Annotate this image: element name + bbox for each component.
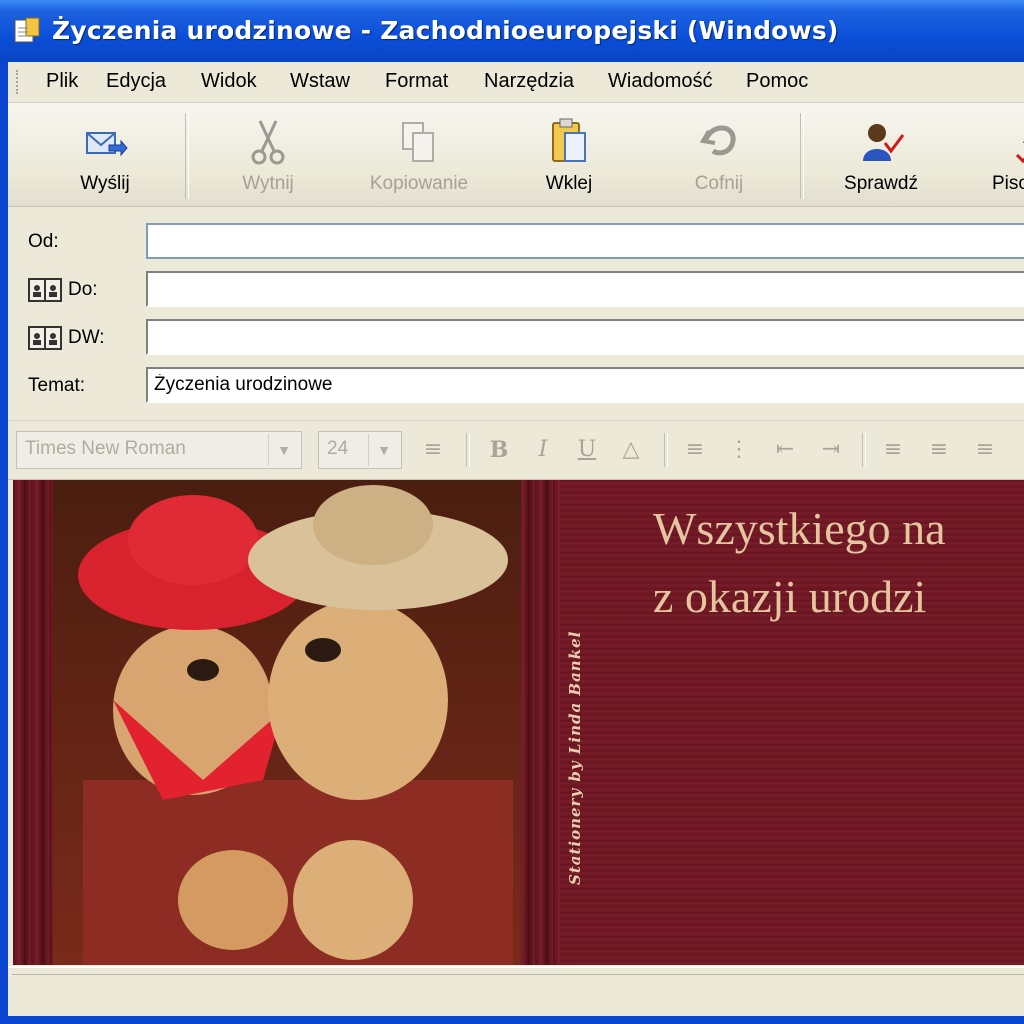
dogs-picture [53,480,521,965]
align-left-icon[interactable]: ≡ [878,435,908,465]
paragraph-style-icon[interactable]: ≡ [418,435,448,465]
font-size-value: 24 [327,438,349,459]
stationery-border [13,480,561,965]
menu-pomoc[interactable]: Pomoc [746,70,808,93]
subject-field[interactable] [146,367,1024,403]
align-center-icon[interactable]: ≡ [924,435,954,465]
align-right-icon[interactable]: ≡ [970,435,1000,465]
undo-label: Cofnij [694,173,744,194]
toolbar-separator [800,113,804,199]
menu-narzedzia[interactable]: Narzędzia [484,70,574,93]
underline-icon[interactable]: U [572,435,602,465]
greeting-line-1: Wszystkiego na [653,503,946,554]
from-field[interactable] [146,223,1024,259]
toolbar-separator [466,433,470,467]
new-message-icon [14,17,40,43]
toolbar: Wyślij Wytnij Kopiowanie Wklej Cofnij Sp… [8,103,1024,207]
check-names-button[interactable]: Sprawdź [806,111,956,201]
address-book-icon[interactable] [28,325,62,351]
cc-label: DW: [68,327,105,348]
spelling-icon: A [1015,128,1024,164]
paste-icon [552,118,586,162]
copy-button[interactable]: Kopiowanie [344,111,494,201]
window-title: Życzenia urodzinowe - Zachodnioeuropejsk… [52,16,839,45]
menu-wstaw[interactable]: Wstaw [290,70,350,93]
compose-window: Życzenia urodzinowe - Zachodnioeuropejsk… [0,0,1024,1024]
chevron-down-icon[interactable]: ▼ [268,434,299,466]
toolbar-separator [862,433,866,467]
undo-icon [699,125,736,156]
copy-label: Kopiowanie [369,173,469,194]
window-frame-bottom [0,1016,1024,1024]
message-header: Od: Do: DW: Temat: [8,207,1024,419]
check-names-icon [863,124,905,161]
formatting-toolbar: Times New Roman ▼ 24 ▼ ≡ B I U △ ≡ ⋮ ⇤ ⇥… [8,420,1024,480]
cut-button[interactable]: Wytnij [193,111,343,201]
menu-widok[interactable]: Widok [201,70,257,93]
dogs-photo [53,480,521,965]
status-panel [12,974,1024,1011]
stationery-credit: Stationery by Linda Bankel [566,630,584,885]
menu-plik[interactable]: Plik [46,70,78,93]
from-label: Od: [28,231,59,252]
window-frame-left [0,62,8,1024]
decrease-indent-icon[interactable]: ⇤ [770,435,800,465]
menu-wiadomosc[interactable]: Wiadomość [608,70,712,93]
status-bar [8,966,1024,1018]
spelling-button[interactable]: A Piso [956,111,1024,201]
greeting-line-2: z okazji urodzi [653,571,927,622]
check-names-label: Sprawdź [844,173,918,194]
font-color-icon[interactable]: △ [616,435,646,465]
paste-button[interactable]: Wklej [494,111,644,201]
bullet-list-icon[interactable]: ⋮ [724,435,754,465]
scissors-icon [251,120,285,165]
font-size-select[interactable]: 24 ▼ [318,431,402,469]
copy-icon [402,122,434,162]
title-bar[interactable]: Życzenia urodzinowe - Zachodnioeuropejsk… [0,0,1024,62]
font-name-select[interactable]: Times New Roman ▼ [16,431,302,469]
subject-label: Temat: [28,375,86,396]
message-body[interactable]: Stationery by Linda Bankel Wszystkiego n… [13,480,1024,965]
chevron-down-icon[interactable]: ▼ [368,434,399,466]
send-button[interactable]: Wyślij [30,111,180,201]
send-icon [86,132,128,157]
paste-label: Wklej [545,173,593,194]
to-field[interactable] [146,271,1024,307]
menu-bar: Plik Edycja Widok Wstaw Format Narzędzia… [8,62,1024,103]
menu-grip[interactable] [16,70,21,94]
spelling-label: Piso [992,173,1024,194]
menu-edycja[interactable]: Edycja [106,70,166,93]
send-label: Wyślij [80,173,130,194]
menu-format[interactable]: Format [385,70,448,93]
to-label: Do: [68,279,98,300]
italic-icon[interactable]: I [528,435,558,465]
address-book-icon[interactable] [28,277,62,303]
toolbar-separator [185,113,189,199]
increase-indent-icon[interactable]: ⇥ [816,435,846,465]
undo-button[interactable]: Cofnij [644,111,794,201]
cut-label: Wytnij [242,173,294,194]
cc-field[interactable] [146,319,1024,355]
numbered-list-icon[interactable]: ≡ [680,435,710,465]
toolbar-separator [664,433,668,467]
bold-icon[interactable]: B [484,435,514,465]
font-name-value: Times New Roman [25,438,186,459]
